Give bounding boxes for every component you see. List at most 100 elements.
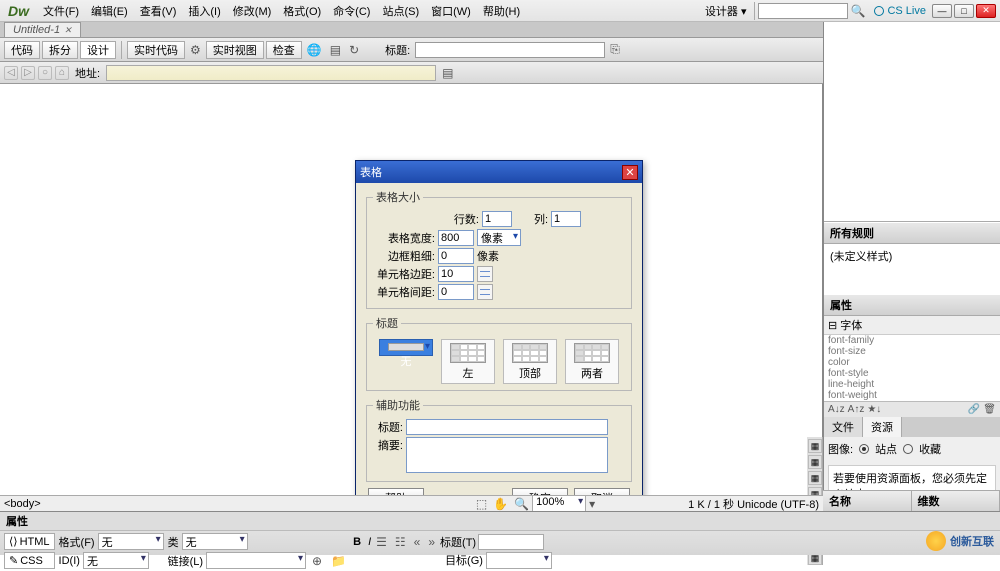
resources-tab[interactable]: 资源	[863, 417, 902, 437]
res-colors-icon[interactable]: ▦	[808, 455, 822, 469]
insert-panel[interactable]	[824, 22, 1000, 222]
cellpad-input[interactable]	[438, 266, 474, 282]
all-rules-body[interactable]: (未定义样式)	[824, 244, 1000, 294]
dimension-column[interactable]: 维数	[912, 491, 1000, 511]
inspect-button[interactable]: 检查	[266, 41, 302, 59]
options-icon[interactable]: ▤	[327, 43, 344, 57]
address-input[interactable]	[106, 65, 436, 81]
view-split-button[interactable]: 拆分	[42, 41, 78, 59]
properties-header[interactable]: 属性	[824, 294, 1000, 316]
title-tool-icon[interactable]: ⎘	[607, 42, 623, 57]
header-both-icon	[574, 343, 610, 363]
search-input[interactable]	[758, 3, 848, 19]
ul-icon[interactable]: ☰	[373, 535, 390, 549]
cslive-button[interactable]: CS Live	[874, 5, 926, 17]
view-code-button[interactable]: 代码	[4, 41, 40, 59]
header-both-option[interactable]: 两者	[565, 339, 619, 384]
menu-view[interactable]: 查看(V)	[134, 1, 183, 21]
favorites-radio[interactable]	[903, 444, 913, 454]
globe-icon[interactable]: 🌐	[304, 43, 325, 57]
select-tool-icon[interactable]: ⬚	[473, 497, 490, 511]
menu-site[interactable]: 站点(S)	[376, 1, 425, 21]
table-dialog: 表格 ✕ 表格大小 行数: 列: 表格宽度: 像素 边框粗细: 像素	[355, 160, 643, 517]
header-left-option[interactable]: 左	[441, 339, 495, 384]
target-select[interactable]	[486, 552, 552, 569]
menu-file[interactable]: 文件(F)	[37, 1, 85, 21]
menu-command[interactable]: 命令(C)	[327, 1, 376, 21]
close-tab-icon[interactable]: ✕	[64, 25, 72, 36]
layout-switcher[interactable]: 设计器 ▾	[701, 3, 751, 19]
ol-icon[interactable]: ☷	[392, 535, 409, 549]
properties-panel-header[interactable]: 属性	[0, 512, 1000, 531]
title-input[interactable]	[415, 42, 605, 58]
menu-edit[interactable]: 编辑(E)	[85, 1, 134, 21]
cols-input[interactable]	[551, 211, 581, 227]
live-code-button[interactable]: 实时代码	[127, 41, 185, 59]
bold-button[interactable]: B	[353, 536, 361, 548]
menu-format[interactable]: 格式(O)	[277, 1, 327, 21]
live-code-icon[interactable]: ⚙	[187, 43, 204, 57]
cellspace-input[interactable]	[438, 284, 474, 300]
sort-az-icon[interactable]: A↓z	[828, 404, 845, 415]
zoom-select[interactable]: 100%	[532, 495, 586, 512]
menu-insert[interactable]: 插入(I)	[182, 1, 226, 21]
view-design-button[interactable]: 设计	[80, 41, 116, 59]
close-button[interactable]: ✕	[976, 4, 996, 18]
menu-help[interactable]: 帮助(H)	[477, 1, 526, 21]
indent-icon[interactable]: »	[425, 535, 438, 549]
res-urls-icon[interactable]: ▦	[808, 471, 822, 485]
sort-za-icon[interactable]: A↑z	[848, 404, 865, 415]
dialog-titlebar[interactable]: 表格 ✕	[356, 161, 642, 183]
app-logo: Dw	[8, 3, 29, 19]
right-panels: 所有规则 (未定义样式) 属性 ⊟ 字体 font-family font-si…	[823, 22, 1000, 511]
search-icon[interactable]: 🔍	[848, 4, 869, 18]
format-select[interactable]: 无	[98, 533, 164, 550]
site-radio[interactable]	[859, 444, 869, 454]
width-input[interactable]	[438, 230, 474, 246]
refresh-icon[interactable]: ↻	[346, 43, 362, 57]
zoom-tool-icon[interactable]: 🔍	[511, 497, 532, 511]
dialog-close-button[interactable]: ✕	[622, 165, 638, 180]
nav-forward-icon[interactable]: ▷	[21, 66, 35, 80]
point-to-file-icon[interactable]: ⊕	[309, 554, 325, 568]
browse-icon[interactable]: 📁	[328, 554, 349, 568]
cols-label: 列:	[534, 211, 548, 227]
header-top-option[interactable]: 顶部	[503, 339, 557, 384]
link-icon[interactable]: 🔗	[968, 404, 980, 415]
title2-input[interactable]	[478, 534, 544, 550]
font-properties-list[interactable]: font-family font-size color font-style l…	[824, 335, 1000, 401]
rows-input[interactable]	[482, 211, 512, 227]
address-tool-icon[interactable]: ▤	[439, 66, 456, 80]
header-none-option[interactable]: 无	[379, 339, 433, 356]
maximize-button[interactable]: □	[954, 4, 974, 18]
all-rules-header[interactable]: 所有规则	[824, 222, 1000, 244]
html-mode-button[interactable]: ⟨⟩ HTML	[4, 533, 55, 550]
name-column[interactable]: 名称	[823, 491, 912, 511]
nav-home-icon[interactable]: ⌂	[55, 66, 69, 80]
res-images-icon[interactable]: ▦	[808, 439, 822, 453]
minimize-button[interactable]: —	[932, 4, 952, 18]
caption-input[interactable]	[406, 419, 608, 435]
font-group-label[interactable]: 字体	[840, 320, 862, 332]
files-tab[interactable]: 文件	[824, 417, 863, 437]
summary-input[interactable]	[406, 437, 608, 473]
outdent-icon[interactable]: «	[411, 535, 424, 549]
menu-modify[interactable]: 修改(M)	[227, 1, 278, 21]
border-input[interactable]	[438, 248, 474, 264]
star-icon[interactable]: ★↓	[867, 404, 881, 415]
hand-tool-icon[interactable]: ✋	[490, 497, 511, 511]
document-tab[interactable]: Untitled-1 ✕	[4, 22, 81, 37]
header-legend: 标题	[373, 315, 401, 331]
italic-button[interactable]: I	[368, 536, 371, 548]
nav-back-icon[interactable]: ◁	[4, 66, 18, 80]
accessibility-group: 辅助功能 标题: 摘要:	[366, 397, 632, 482]
live-view-button[interactable]: 实时视图	[206, 41, 264, 59]
trash-icon[interactable]: 🗑	[983, 404, 996, 415]
id-label: ID(I)	[59, 555, 80, 567]
nav-stop-icon[interactable]: ○	[38, 66, 52, 80]
menu-window[interactable]: 窗口(W)	[425, 1, 477, 21]
class-select[interactable]: 无	[182, 533, 248, 550]
width-unit-select[interactable]: 像素	[477, 229, 521, 246]
tag-selector[interactable]: <body>	[4, 498, 41, 510]
menu-bar: Dw 文件(F) 编辑(E) 查看(V) 插入(I) 修改(M) 格式(O) 命…	[0, 0, 1000, 22]
